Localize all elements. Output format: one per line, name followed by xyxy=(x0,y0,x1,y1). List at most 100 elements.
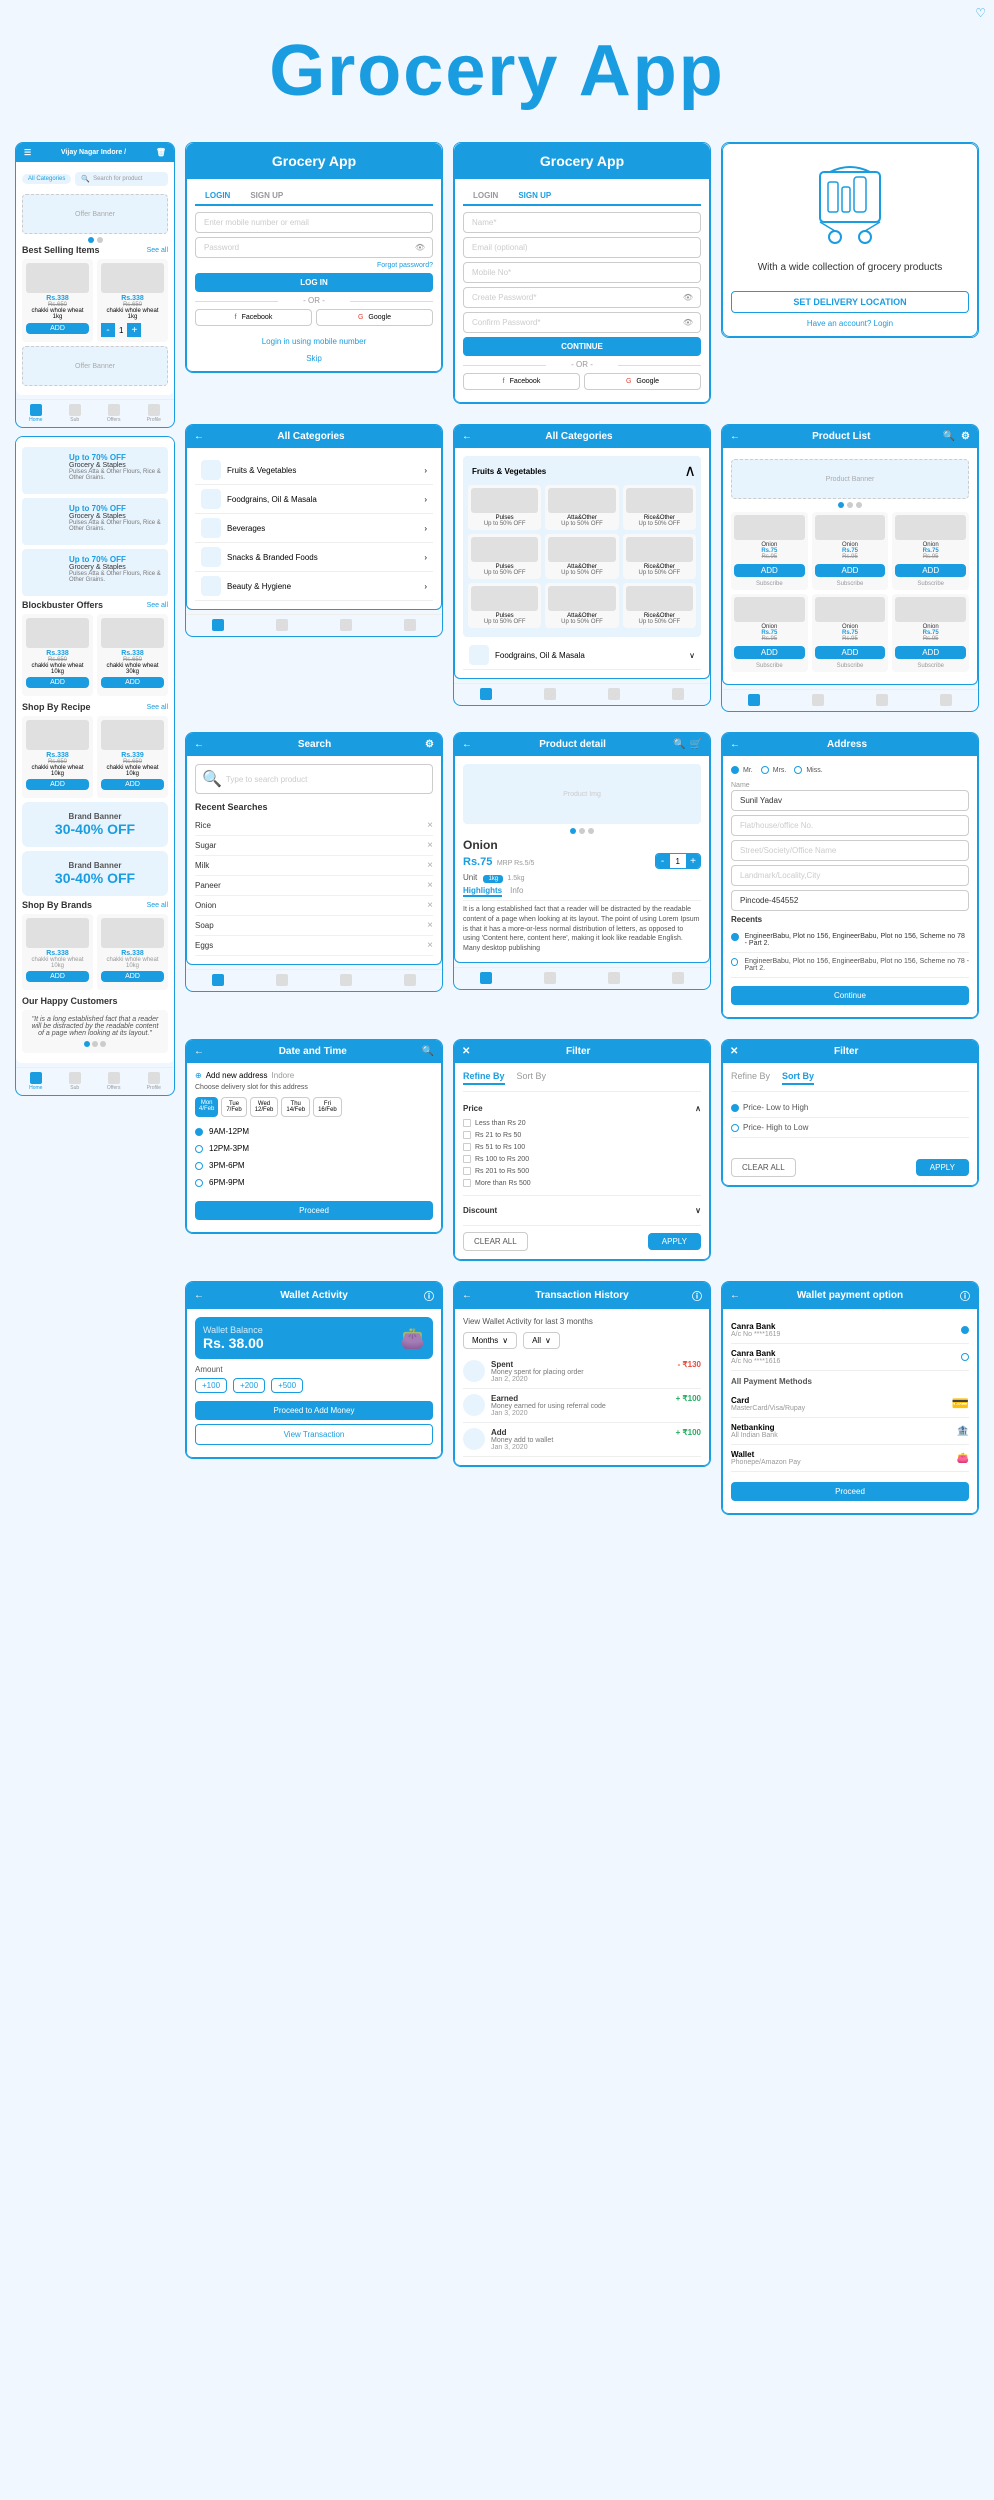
nav-pl-profile[interactable] xyxy=(940,694,952,707)
slot-3[interactable]: 3PM-6PM xyxy=(195,1157,433,1174)
qty-plus[interactable]: + xyxy=(127,323,141,337)
x-paneer[interactable]: × xyxy=(427,880,433,891)
street-field[interactable]: Street/Society/Office Name xyxy=(731,840,969,861)
skip-link[interactable]: Skip xyxy=(195,354,433,363)
nav-home[interactable]: Home xyxy=(29,404,42,423)
refine-by-tab[interactable]: Refine By xyxy=(463,1071,505,1085)
price-opt-1[interactable]: Less than Rs 20 xyxy=(463,1117,701,1129)
cat-snacks[interactable]: Snacks & Branded Foods › xyxy=(195,543,433,572)
google-button-2[interactable]: G Google xyxy=(584,373,701,390)
nav-s-home[interactable] xyxy=(212,974,224,987)
name-field[interactable]: Sunil Yadav xyxy=(731,790,969,811)
sort-by-tab[interactable]: Sort By xyxy=(517,1071,547,1085)
back-arrow-2[interactable]: ← xyxy=(462,431,472,442)
back-arrow-pl[interactable]: ← xyxy=(730,431,740,442)
back-arrow-1[interactable]: ← xyxy=(194,431,204,442)
bank-option-1[interactable]: Canra Bank A/c No ****1619 xyxy=(731,1317,969,1344)
back-arrow-s[interactable]: ← xyxy=(194,739,204,750)
pulses-3[interactable]: PulsesUp to 50% OFF xyxy=(468,583,541,628)
tab-info[interactable]: Info xyxy=(510,886,523,897)
chevron-up-price[interactable]: ∧ xyxy=(695,1104,701,1113)
pl-p6[interactable]: Onion Rs.75 Rs.95 ADD Subscribe xyxy=(892,594,969,672)
search-icon-pd[interactable]: 🔍 xyxy=(673,739,685,750)
name-input[interactable]: Name* xyxy=(463,212,701,233)
slot-2[interactable]: 12PM-3PM xyxy=(195,1140,433,1157)
tab-login-su[interactable]: LOGIN xyxy=(463,187,508,204)
day-thu[interactable]: Thu14/Feb xyxy=(281,1097,310,1117)
proceed-btn-dt[interactable]: Proceed xyxy=(195,1201,433,1220)
filter-icon-pl[interactable]: ⚙ xyxy=(961,431,970,442)
email-su-input[interactable]: Email (optional) xyxy=(463,237,701,258)
confirm-pw-input[interactable]: Confirm Password* xyxy=(463,312,701,333)
continue-address-btn[interactable]: Continue xyxy=(731,986,969,1005)
nav-pl-home[interactable] xyxy=(748,694,760,707)
unit-1-5kg[interactable]: 1.5kg xyxy=(507,875,524,882)
flat-field[interactable]: Flat/house/office No. xyxy=(731,815,969,836)
back-arrow-dt[interactable]: ← xyxy=(194,1046,204,1057)
bank-option-2[interactable]: Canra Bank A/c No ****1616 xyxy=(731,1344,969,1371)
nav-sub-2[interactable]: Sub xyxy=(69,1072,81,1091)
x-rice[interactable]: × xyxy=(427,820,433,831)
qty-minus-pd[interactable]: - xyxy=(656,854,670,868)
add-pl2[interactable]: ADD xyxy=(815,564,886,577)
nav-cat-offers[interactable] xyxy=(340,619,352,632)
nav-offers[interactable]: Offers xyxy=(107,404,121,423)
pl-p5[interactable]: Onion Rs.75 Rs.95 ADD Subscribe xyxy=(812,594,889,672)
nav-pd-sub[interactable] xyxy=(544,972,556,985)
continue-button[interactable]: CONTINUE xyxy=(463,337,701,356)
search-soap[interactable]: Soap × xyxy=(195,916,433,936)
pl-p4[interactable]: Onion Rs.75 Rs.95 ADD Subscribe xyxy=(731,594,808,672)
tab-signup-su[interactable]: SIGN UP xyxy=(508,187,561,206)
rice-1[interactable]: Rice&OtherUp to 50% OFF xyxy=(623,485,696,530)
nav-s-offers[interactable] xyxy=(340,974,352,987)
unit-1kg[interactable]: 1kg xyxy=(483,875,503,883)
email-input[interactable]: Enter mobile number or email xyxy=(195,212,433,233)
add-pl1[interactable]: ADD xyxy=(734,564,805,577)
day-wed[interactable]: Wed12/Feb xyxy=(250,1097,279,1117)
cat-beverages[interactable]: Beverages › xyxy=(195,514,433,543)
sort-by-tab-2[interactable]: Sort By xyxy=(782,1071,814,1085)
slot-4[interactable]: 6PM-9PM xyxy=(195,1174,433,1191)
months-dropdown[interactable]: Months ∨ xyxy=(463,1332,517,1349)
x-onion[interactable]: × xyxy=(427,900,433,911)
search-icon-dt[interactable]: 🔍 xyxy=(422,1046,434,1057)
chip-500[interactable]: +500 xyxy=(271,1378,303,1393)
chip-100[interactable]: +100 xyxy=(195,1378,227,1393)
nav-cat2-home[interactable] xyxy=(480,688,492,701)
tab-highlights[interactable]: Highlights xyxy=(463,886,502,897)
back-arrow-w[interactable]: ← xyxy=(194,1290,204,1301)
price-opt-3[interactable]: Rs 51 to Rs 100 xyxy=(463,1141,701,1153)
add-button-b2[interactable]: ADD xyxy=(101,677,164,688)
address-option-2[interactable]: EngineerBabu, Plot no 156, EngineerBabu,… xyxy=(731,953,969,978)
eye-icon-3[interactable]: 👁 xyxy=(683,318,693,327)
have-account[interactable]: Have an account? Login xyxy=(731,319,969,328)
add-pl6[interactable]: ADD xyxy=(895,646,966,659)
nav-pd-profile[interactable] xyxy=(672,972,684,985)
set-delivery-btn[interactable]: SET DELIVERY LOCATION xyxy=(731,291,969,313)
pl-p3[interactable]: Onion Rs.75 Rs.95 ADD Subscribe xyxy=(892,512,969,590)
day-tue[interactable]: Tue7/Feb xyxy=(221,1097,246,1117)
add-button-1[interactable]: ADD xyxy=(26,323,89,334)
cart-icon-pd[interactable]: 🛒 xyxy=(690,739,702,750)
nav-pd-home[interactable] xyxy=(480,972,492,985)
create-pw-input[interactable]: Create Password* xyxy=(463,287,701,308)
add-button-br1[interactable]: ADD xyxy=(26,971,89,982)
pulses-2[interactable]: PulsesUp to 50% OFF xyxy=(468,534,541,579)
back-arrow-a[interactable]: ← xyxy=(730,739,740,750)
x-milk[interactable]: × xyxy=(427,860,433,871)
search-input-box[interactable]: 🔍 Type to search product xyxy=(195,764,433,794)
nav-profile[interactable]: Profile xyxy=(147,404,161,423)
x-close-f1[interactable]: ✕ xyxy=(462,1046,470,1057)
opt-mrs[interactable]: Mrs. xyxy=(761,764,787,776)
search-sugar[interactable]: Sugar × xyxy=(195,836,433,856)
nav-s-profile[interactable] xyxy=(404,974,416,987)
back-arrow-wp[interactable]: ← xyxy=(730,1290,740,1301)
nav-s-sub[interactable] xyxy=(276,974,288,987)
atta-1[interactable]: Atta&OtherUp to 50% OFF xyxy=(545,485,618,530)
rice-2[interactable]: Rice&OtherUp to 50% OFF xyxy=(623,534,696,579)
nav-profile-2[interactable]: Profile xyxy=(147,1072,161,1091)
day-mon[interactable]: Mon4/Feb xyxy=(195,1097,218,1117)
eye-icon-2[interactable]: 👁 xyxy=(683,293,693,302)
pincode-field[interactable]: Pincode-454552 xyxy=(731,890,969,911)
price-opt-2[interactable]: Rs 21 to Rs 50 xyxy=(463,1129,701,1141)
